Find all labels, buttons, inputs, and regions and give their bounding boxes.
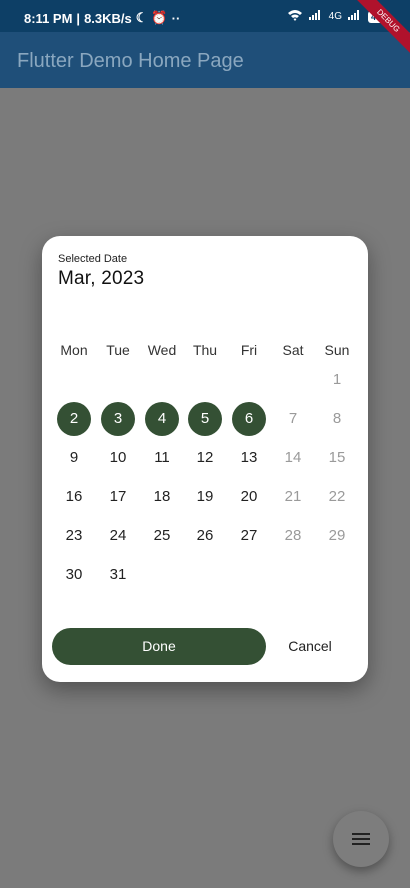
selected-date-value: Mar, 2023 bbox=[58, 268, 145, 289]
calendar-day[interactable]: 8 bbox=[320, 402, 354, 436]
app-title: Flutter Demo Home Page bbox=[17, 50, 244, 72]
wifi-icon bbox=[287, 9, 303, 24]
weekday-header: Fri bbox=[240, 342, 258, 358]
more-icon: ·· bbox=[171, 10, 181, 26]
weekday-header: Sun bbox=[324, 342, 350, 358]
calendar-day[interactable]: 12 bbox=[188, 441, 222, 475]
done-button[interactable]: Done bbox=[52, 628, 266, 665]
calendar-day[interactable]: 10 bbox=[101, 441, 135, 475]
signal-icon bbox=[308, 10, 323, 23]
calendar-day[interactable]: 25 bbox=[145, 519, 179, 553]
calendar-day[interactable]: 4 bbox=[145, 402, 179, 436]
calendar-day[interactable]: 20 bbox=[232, 480, 266, 514]
status-bar: 8:11 PM | 8.3KB/s ☾ ⏰ ·· 4G 48 bbox=[0, 0, 410, 32]
network-label: 4G bbox=[328, 11, 342, 22]
weekday-header: Wed bbox=[147, 342, 177, 358]
calendar-day[interactable]: 27 bbox=[232, 519, 266, 553]
alarm-icon: ⏰ bbox=[151, 10, 168, 25]
calendar-day[interactable]: 2 bbox=[57, 402, 91, 436]
calendar-day[interactable]: 19 bbox=[188, 480, 222, 514]
calendar-day[interactable]: 16 bbox=[57, 480, 91, 514]
calendar-day[interactable]: 29 bbox=[320, 519, 354, 553]
calendar-day[interactable]: 21 bbox=[276, 480, 310, 514]
calendar-day[interactable]: 3 bbox=[101, 402, 135, 436]
calendar-day[interactable]: 26 bbox=[188, 519, 222, 553]
selected-date-label: Selected Date bbox=[58, 253, 128, 265]
calendar-day[interactable]: 5 bbox=[188, 402, 222, 436]
calendar-day[interactable]: 30 bbox=[57, 558, 91, 592]
weekday-header: Tue bbox=[106, 342, 130, 358]
signal-icon-2 bbox=[347, 10, 362, 23]
weekday-header: Sat bbox=[282, 342, 304, 358]
calendar-day[interactable]: 31 bbox=[101, 558, 135, 592]
weekday-header: Thu bbox=[192, 342, 218, 358]
calendar-day[interactable]: 1 bbox=[320, 363, 354, 397]
calendar-day[interactable]: 24 bbox=[101, 519, 135, 553]
moon-icon: ☾ bbox=[135, 10, 148, 25]
calendar-day[interactable]: 18 bbox=[145, 480, 179, 514]
menu-lines-icon bbox=[352, 833, 370, 845]
calendar-day[interactable]: 17 bbox=[101, 480, 135, 514]
calendar-day[interactable]: 7 bbox=[276, 402, 310, 436]
network-speed: 8.3KB/s bbox=[84, 10, 132, 26]
calendar-day[interactable]: 15 bbox=[320, 441, 354, 475]
weekday-header: Mon bbox=[60, 342, 88, 358]
date-picker-dialog: Selected Date Mar, 2023 Mon Tue Wed Thu Fri S… bbox=[42, 236, 368, 682]
calendar-day[interactable]: 9 bbox=[57, 441, 91, 475]
app-bar: Flutter Demo Home Page bbox=[0, 32, 410, 88]
calendar-day[interactable]: 22 bbox=[320, 480, 354, 514]
cancel-button[interactable]: Cancel bbox=[280, 628, 340, 665]
floating-action-button[interactable] bbox=[333, 811, 389, 867]
calendar-day[interactable]: 28 bbox=[276, 519, 310, 553]
calendar-day[interactable]: 14 bbox=[276, 441, 310, 475]
status-left: 8:11 PM | 8.3KB/s ☾ ⏰ ·· bbox=[24, 10, 181, 26]
calendar-day[interactable]: 11 bbox=[145, 441, 179, 475]
status-time: 8:11 PM bbox=[24, 10, 73, 26]
calendar-day[interactable]: 23 bbox=[57, 519, 91, 553]
calendar-day[interactable]: 13 bbox=[232, 441, 266, 475]
calendar-day[interactable]: 6 bbox=[232, 402, 266, 436]
